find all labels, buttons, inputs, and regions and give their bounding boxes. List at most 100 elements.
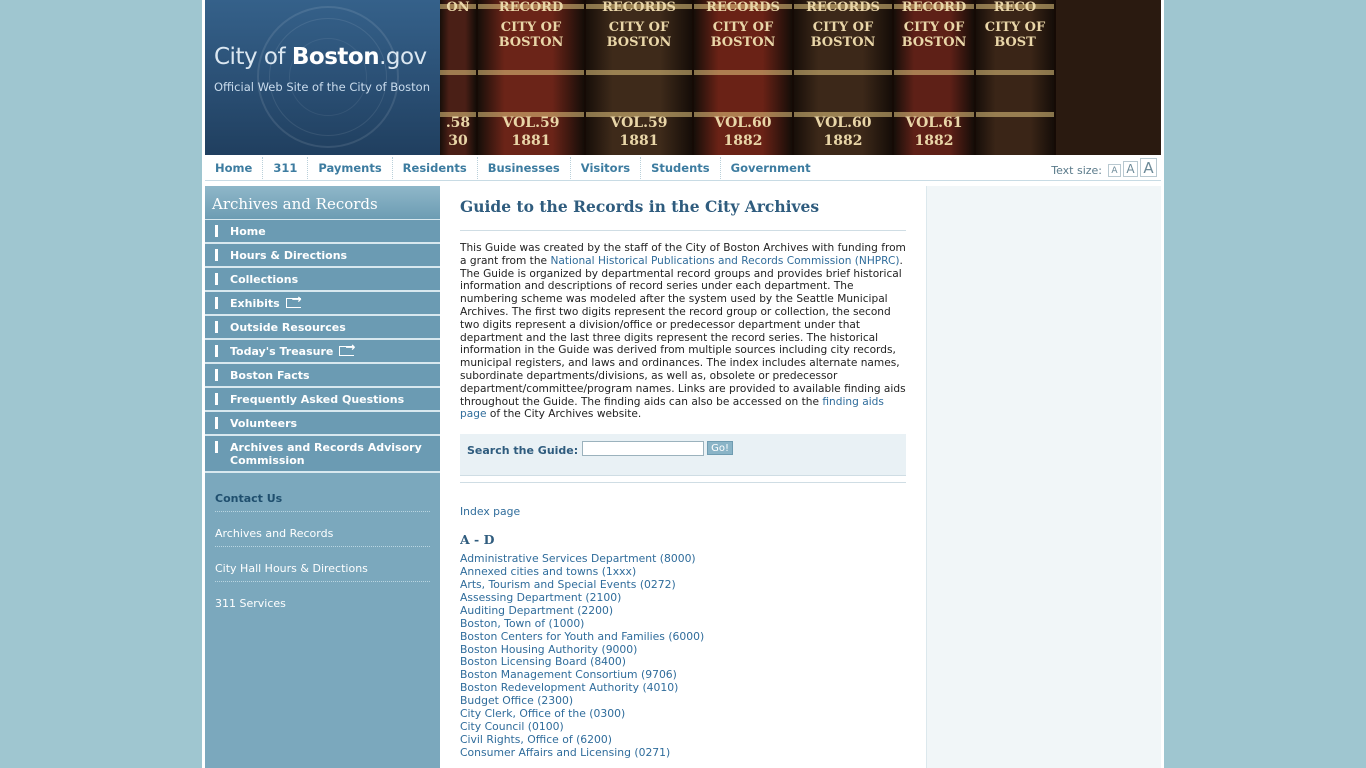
book-subtitle: CITY OF BOSTON <box>606 20 672 50</box>
text-size-label: Text size: <box>1051 164 1102 177</box>
sidebar-item-label: Home <box>230 225 266 238</box>
sidebar-item-archives-and-records-advisory-commission[interactable]: Archives and Records Advisory Commission <box>205 436 440 473</box>
sidebar-item-home[interactable]: Home <box>205 220 440 244</box>
book-title: RECO <box>993 0 1037 15</box>
sidebar-link-archives-and-records[interactable]: Archives and Records <box>215 522 430 547</box>
sidebar-item-hours-directions[interactable]: Hours & Directions <box>205 244 440 268</box>
text-size-medium-button[interactable]: A <box>1123 160 1138 177</box>
department-link[interactable]: Civil Rights, Office of (6200) <box>460 733 906 747</box>
sidebar-item-frequently-asked-questions[interactable]: Frequently Asked Questions <box>205 388 440 412</box>
sidebar-item-exhibits[interactable]: Exhibits <box>205 292 440 316</box>
sidebar-item-label: Volunteers <box>230 417 298 430</box>
main-content: Guide to the Records in the City Archive… <box>460 186 906 768</box>
top-nav-item-students[interactable]: Students <box>641 157 721 179</box>
department-link[interactable]: Arts, Tourism and Special Events (0272) <box>460 578 906 592</box>
book-year: 1881 <box>619 133 659 149</box>
book-spine: RECO CITY OF BOST <box>976 0 1056 155</box>
sidebar-item-outside-resources[interactable]: Outside Resources <box>205 316 440 340</box>
book-volume: .58 <box>445 115 471 131</box>
search-input[interactable] <box>582 441 705 457</box>
sidebar-item-label: Collections <box>230 273 299 286</box>
divider <box>460 482 906 484</box>
top-nav-item-businesses[interactable]: Businesses <box>478 157 571 179</box>
intro-paragraph: This Guide was created by the staff of t… <box>460 242 906 421</box>
department-link[interactable]: Consumer Affairs and Licensing (0271) <box>460 746 906 760</box>
city-logo[interactable]: City of Boston.gov Official Web Site of … <box>205 0 440 155</box>
book-band <box>478 70 584 75</box>
book-title: RECORDS <box>806 0 880 15</box>
book-spine: RECORDS CITY OF BOSTON VOL.60 1882 <box>794 0 894 155</box>
book-band <box>586 70 692 75</box>
sidebar-title: Archives and Records <box>205 186 440 220</box>
search-go-button[interactable]: Go! <box>707 441 734 456</box>
book-title: RECORDS <box>602 0 676 15</box>
sidebar-link-city-hall-hours-directions[interactable]: City Hall Hours & Directions <box>215 557 430 582</box>
sidebar-item-label: Boston Facts <box>230 369 310 382</box>
book-band <box>794 70 892 75</box>
external-link-icon <box>285 293 302 308</box>
book-band <box>694 70 792 75</box>
sidebar-item-collections[interactable]: Collections <box>205 268 440 292</box>
sidebar-item-today-s-treasure[interactable]: Today's Treasure <box>205 340 440 364</box>
top-nav-list: Home 311 Payments Residents Businesses Visito… <box>205 155 1161 181</box>
text-size-large-button[interactable]: A <box>1140 158 1157 177</box>
top-nav-item-government[interactable]: Government <box>721 157 821 179</box>
book-volume: VOL.60 <box>814 115 872 131</box>
sidebar-item-label: Exhibits <box>230 297 280 310</box>
logo-wordmark: City of Boston.gov <box>214 44 427 70</box>
sidebar: Archives and Records Home Hours & Directi… <box>205 186 440 768</box>
nhprc-link[interactable]: National Historical Publications and Rec… <box>550 255 899 267</box>
sidebar-link-contact-us[interactable]: Contact Us <box>215 487 430 512</box>
book-volume: VOL.60 <box>714 115 772 131</box>
sidebar-link-311-services[interactable]: 311 Services <box>215 592 430 616</box>
sidebar-item-label: Hours & Directions <box>230 249 348 262</box>
sidebar-item-boston-facts[interactable]: Boston Facts <box>205 364 440 388</box>
department-list: Administrative Services Department (8000… <box>460 552 906 760</box>
text-size-control: Text size: A A A <box>1051 158 1157 177</box>
sidebar-item-label: Archives and Records Advisory Commission <box>230 441 422 467</box>
book-volume: VOL.59 <box>502 115 560 131</box>
book-band <box>440 70 476 75</box>
sidebar-links: Contact Us Archives and Records City Hall … <box>205 473 440 616</box>
external-link-icon <box>339 341 355 356</box>
text-size-small-button[interactable]: A <box>1108 163 1121 177</box>
book-title: RECORD <box>498 0 564 15</box>
department-link[interactable]: Auditing Department (2200) <box>460 604 906 618</box>
book-spine: RECORDS CITY OF BOSTON VOL.59 1881 <box>586 0 694 155</box>
top-nav-item-311[interactable]: 311 <box>263 157 309 179</box>
department-link[interactable]: City Council (0100) <box>460 720 906 734</box>
book-band <box>894 70 974 75</box>
book-year: 1881 <box>511 133 551 149</box>
book-subtitle: CITY OF BOSTON <box>498 20 564 50</box>
sidebar-item-volunteers[interactable]: Volunteers <box>205 412 440 436</box>
book-subtitle: CITY OF BOSTON <box>810 20 876 50</box>
top-nav-item-home[interactable]: Home <box>205 157 264 179</box>
book-year: 1882 <box>723 133 763 149</box>
book-title: RECORD <box>901 0 967 15</box>
book-spine: RECORD CITY OF BOSTON VOL.61 1882 <box>894 0 976 155</box>
book-subtitle: CITY OF BOSTON <box>901 20 967 50</box>
top-nav-item-residents[interactable]: Residents <box>393 157 478 179</box>
right-rail <box>926 186 1161 768</box>
top-nav-item-visitors[interactable]: Visitors <box>571 157 642 179</box>
page: City of Boston.gov Official Web Site of … <box>202 0 1164 768</box>
department-link[interactable]: Boston, Town of (1000) <box>460 617 906 631</box>
department-link[interactable]: City Clerk, Office of the (0300) <box>460 707 906 721</box>
site-header: City of Boston.gov Official Web Site of … <box>205 0 1161 155</box>
department-link[interactable]: Boston Centers for Youth and Families (6… <box>460 630 906 644</box>
guide-search-form: Search the Guide: Go! <box>460 434 906 477</box>
book-year: 1882 <box>823 133 863 149</box>
sidebar-menu: Home Hours & Directions Collections Exhibit… <box>205 220 440 473</box>
book-spine: RECORDS CITY OF BOSTON VOL.60 1882 <box>694 0 794 155</box>
sidebar-item-label: Today's Treasure <box>230 345 334 358</box>
book-volume: VOL.59 <box>610 115 668 131</box>
book-volume: VOL.61 <box>905 115 963 131</box>
section-heading-a-d: A - D <box>460 532 495 548</box>
header-banner-image: ON .58 30 RECORD CITY OF BOSTON VOL.59 1881 REC… <box>440 0 1161 155</box>
book-spine: RECORD CITY OF BOSTON VOL.59 1881 <box>478 0 586 155</box>
department-link[interactable]: Assessing Department (2100) <box>460 591 906 605</box>
logo-tagline: Official Web Site of the City of Boston <box>214 80 431 94</box>
top-nav-item-payments[interactable]: Payments <box>308 157 393 179</box>
index-page-link[interactable]: Index page <box>460 505 906 518</box>
city-seal-icon <box>257 6 399 148</box>
